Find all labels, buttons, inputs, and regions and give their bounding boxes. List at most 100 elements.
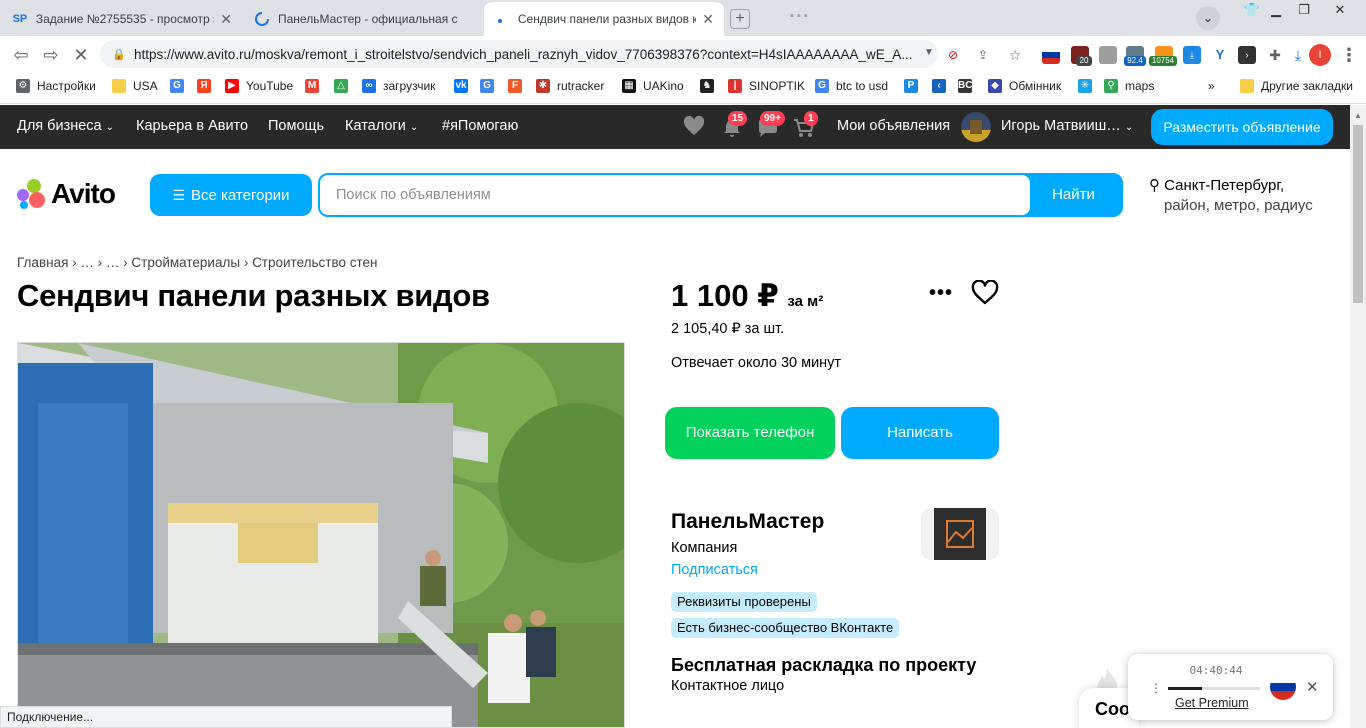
bookmarks-bar: ⚙ Настройки USA G Я ▶ YouTube M △ ∞ загрузчик vk G F ✱… bbox=[0, 72, 1366, 104]
bookmark-item[interactable]: ▦ UAKino bbox=[622, 79, 684, 93]
russia-flag-icon[interactable] bbox=[1042, 46, 1060, 64]
bookmark-item[interactable]: ✳ bbox=[1078, 79, 1099, 93]
bookmark-item[interactable]: G bbox=[480, 79, 501, 93]
close-window-button[interactable]: ✕ bbox=[1318, 0, 1362, 20]
back-arrow-icon[interactable]: ⇦ bbox=[10, 44, 32, 66]
tab-close-icon[interactable]: ✕ bbox=[702, 11, 714, 28]
page-scrollbar[interactable]: ▲ bbox=[1350, 105, 1366, 728]
bookmark-item[interactable]: ♞ bbox=[700, 79, 721, 93]
breadcrumb-home[interactable]: Главная bbox=[17, 255, 68, 270]
ext-badge: 10754 bbox=[1149, 56, 1177, 66]
block-icon[interactable]: ⊘ bbox=[944, 46, 962, 64]
get-premium-link[interactable]: Get Premium bbox=[1175, 696, 1249, 710]
tab-panelmaster[interactable]: ПанельМастер - официальная ст bbox=[244, 2, 484, 36]
location-selector[interactable]: ⚲ Санкт-Петербург, район, метро, радиус bbox=[1149, 176, 1313, 216]
tab-search-icon[interactable]: ⌄ bbox=[1196, 6, 1220, 30]
bookmark-item[interactable]: vk bbox=[454, 79, 475, 93]
bookmark-item[interactable]: Я bbox=[197, 79, 218, 93]
favorites-heart-icon[interactable] bbox=[683, 115, 705, 141]
add-to-favorites-icon[interactable] bbox=[971, 279, 999, 311]
write-message-button[interactable]: Написать bbox=[841, 407, 999, 459]
spinner-icon bbox=[254, 11, 270, 27]
scroll-up-icon[interactable]: ▲ bbox=[1354, 111, 1362, 120]
player-close-icon[interactable]: ✕ bbox=[1306, 678, 1319, 696]
more-options-icon[interactable]: ••• bbox=[929, 282, 953, 305]
minimize-button[interactable]: ▁ bbox=[1262, 0, 1290, 20]
seller-name[interactable]: ПанельМастер bbox=[671, 510, 824, 534]
forward-arrow-icon[interactable]: ⇨ bbox=[40, 44, 62, 66]
uakino-icon: ▦ bbox=[622, 79, 636, 93]
search-input[interactable]: Поиск по объявлениям bbox=[320, 175, 1030, 215]
bookmark-item[interactable]: ⚙ Настройки bbox=[16, 79, 96, 93]
player-progress-bar[interactable] bbox=[1168, 687, 1260, 690]
tab-task[interactable]: SP Задание №2755535 - просмотр з ✕ bbox=[2, 2, 242, 36]
loop-icon: ∞ bbox=[362, 79, 376, 93]
all-categories-button[interactable]: ☰ Все категории bbox=[150, 174, 312, 216]
avito-logo[interactable]: Avito bbox=[17, 178, 116, 210]
extensions-puzzle-icon[interactable]: ✚ bbox=[1266, 46, 1284, 64]
downloads-icon[interactable]: ⤓ bbox=[1289, 46, 1307, 64]
bookmark-item[interactable]: M bbox=[305, 79, 326, 93]
url-text[interactable]: https://www.avito.ru/moskva/remont_i_str… bbox=[134, 47, 924, 62]
bookmark-item[interactable]: | SINOPTIK bbox=[728, 79, 805, 93]
thermometer-icon: | bbox=[728, 79, 742, 93]
subscribe-link[interactable]: Подписаться bbox=[671, 562, 758, 578]
user-menu[interactable]: Игорь Матвииш… ⌄ bbox=[1001, 118, 1133, 134]
stop-loading-icon[interactable]: ✕ bbox=[70, 44, 92, 66]
seller-logo[interactable] bbox=[921, 508, 999, 560]
bookmark-item[interactable]: △ bbox=[334, 79, 355, 93]
bookmark-item[interactable]: F bbox=[508, 79, 529, 93]
ext-briefcase-icon[interactable] bbox=[1099, 46, 1117, 64]
catalogs-link[interactable]: Каталоги ⌄ bbox=[345, 118, 418, 134]
bookmark-item[interactable]: ▶ YouTube bbox=[225, 79, 293, 93]
download-ext-icon[interactable]: ⤓ bbox=[1183, 46, 1201, 64]
bookmark-item[interactable]: Другие закладки bbox=[1240, 79, 1353, 93]
bookmark-label: rutracker bbox=[557, 79, 605, 93]
listing-photo[interactable] bbox=[17, 342, 625, 728]
for-business-link[interactable]: Для бизнеса ⌄ bbox=[17, 118, 114, 134]
rutracker-icon: ✱ bbox=[536, 79, 550, 93]
tab-avito[interactable]: Сендвич панели разных видов ку ✕ bbox=[484, 2, 724, 36]
location-pin-icon: ⚲ bbox=[1149, 177, 1160, 194]
my-ads-link[interactable]: Мои объявления bbox=[837, 118, 950, 134]
share-icon[interactable]: ⇪ bbox=[974, 46, 992, 64]
tab-close-icon[interactable]: ✕ bbox=[220, 11, 232, 28]
bookmark-item[interactable]: ⚲ maps bbox=[1104, 79, 1154, 93]
reply-time: Отвечает около 30 минут bbox=[671, 355, 842, 371]
scrollbar-thumb[interactable] bbox=[1353, 125, 1363, 303]
chrome-menu-icon[interactable]: ⋮ bbox=[1338, 44, 1360, 66]
russia-flag-icon[interactable] bbox=[1270, 674, 1296, 700]
bookmark-item[interactable]: Gbtc to usd bbox=[815, 79, 888, 93]
breadcrumb-item[interactable]: … bbox=[106, 255, 120, 270]
bookmark-item[interactable]: ◆ Обмінник bbox=[988, 79, 1061, 93]
bookmark-item[interactable]: G bbox=[170, 79, 191, 93]
new-tab-button[interactable]: + bbox=[730, 9, 750, 29]
maximize-button[interactable]: ❐ bbox=[1290, 0, 1318, 20]
v-ext-icon[interactable]: Y bbox=[1211, 46, 1229, 64]
star-bookmark-icon[interactable]: ☆ bbox=[1006, 46, 1024, 64]
address-bar[interactable]: 🔒 https://www.avito.ru/moskva/remont_i_s… bbox=[100, 40, 938, 68]
show-phone-button[interactable]: Показать телефон bbox=[665, 407, 835, 459]
help-tag-link[interactable]: #яПомогаю bbox=[442, 118, 518, 134]
search-button[interactable]: Найти bbox=[1026, 175, 1121, 215]
bookmark-item[interactable]: BC bbox=[958, 79, 979, 93]
post-ad-button[interactable]: Разместить объявление bbox=[1151, 109, 1333, 145]
user-avatar[interactable] bbox=[961, 112, 991, 142]
profile-avatar-icon[interactable]: I bbox=[1309, 44, 1331, 66]
breadcrumb-wall-construction[interactable]: Строительство стен bbox=[252, 255, 377, 270]
bookmark-item[interactable]: ∞ загрузчик bbox=[362, 79, 435, 93]
bookmark-item[interactable]: ✱ rutracker bbox=[536, 79, 604, 93]
bookmark-item[interactable]: P bbox=[904, 79, 925, 93]
bookmark-item[interactable]: USA bbox=[112, 79, 158, 93]
bookmark-item[interactable]: ‹ bbox=[932, 79, 953, 93]
more-bookmarks-button[interactable]: » bbox=[1208, 79, 1215, 93]
breadcrumb-building-materials[interactable]: Стройматериалы bbox=[131, 255, 240, 270]
player-menu-icon[interactable]: ⋮ bbox=[1150, 681, 1162, 695]
help-link[interactable]: Помощь bbox=[268, 118, 324, 134]
player-progress-fill bbox=[1168, 687, 1203, 690]
terminal-ext-icon[interactable]: › bbox=[1238, 46, 1256, 64]
career-link[interactable]: Карьера в Авито bbox=[136, 118, 248, 134]
ghost-tab: ▪ ▪ ▪ bbox=[790, 10, 808, 22]
omnibox-dropdown-icon[interactable]: ▼ bbox=[918, 42, 940, 64]
breadcrumb-item[interactable]: … bbox=[80, 255, 94, 270]
